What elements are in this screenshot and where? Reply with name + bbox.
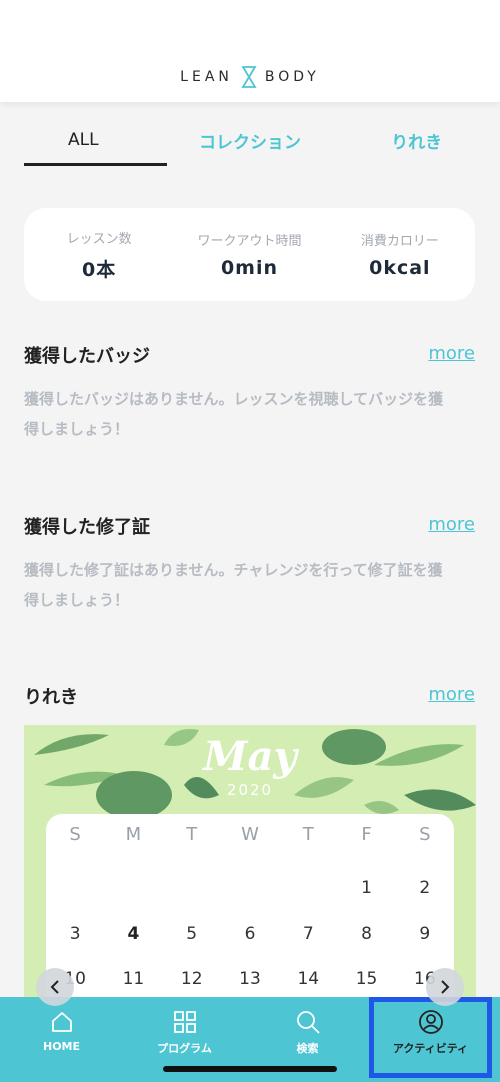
search-icon — [296, 1011, 320, 1034]
calendar-day — [163, 878, 221, 898]
tab-collection-label: コレクション — [199, 132, 301, 153]
calendar-day[interactable]: 7 — [279, 924, 337, 944]
calendar-day — [221, 878, 279, 898]
nav-activity-label: アクティビティ — [392, 1042, 469, 1055]
certificates-title: 獲得した修了証 — [24, 517, 150, 538]
stat-lessons-label: レッスン数 — [66, 231, 132, 247]
calendar-day — [279, 878, 337, 898]
nav-search-label: 検索 — [296, 1042, 319, 1055]
tab-collection[interactable]: コレクション — [167, 112, 334, 168]
stat-lessons-value: 0本 — [82, 258, 117, 281]
stat-lessons: レッスン数 0本 — [24, 228, 174, 282]
app-header: LEAN BODY — [0, 0, 500, 102]
hourglass-icon — [241, 66, 257, 88]
calendar-day-today[interactable]: 4 — [104, 924, 162, 944]
badges-title: 獲得したバッジ — [24, 346, 150, 367]
home-icon — [51, 1012, 72, 1032]
stats-card: レッスン数 0本 ワークアウト時間 0min 消費カロリー 0kcal — [24, 208, 475, 301]
calendar-week-row: 1 2 — [46, 878, 454, 898]
stat-calories-value: 0kcal — [369, 257, 431, 279]
weekday-mon: M — [125, 824, 142, 845]
calendar-month: May — [203, 733, 297, 780]
calendar-grid: S M T W T F S 1 2 3 4 5 6 7 8 9 10 11 12… — [46, 814, 454, 1015]
logo-text-left: LEAN — [180, 69, 233, 85]
user-icon — [418, 1010, 443, 1034]
calendar-day — [104, 878, 162, 898]
calendar-day[interactable]: 8 — [337, 924, 395, 944]
grid-icon — [173, 1011, 196, 1033]
calendar-day[interactable]: 14 — [279, 969, 337, 989]
calendar-day[interactable]: 2 — [396, 878, 454, 898]
weekday-sat: S — [419, 824, 431, 845]
calendar-day[interactable]: 15 — [337, 969, 395, 989]
history-title: りれき — [24, 687, 78, 708]
stat-calories-label: 消費カロリー — [360, 234, 439, 249]
badges-empty-line-2: 得しましょう！ — [24, 420, 130, 438]
lean-body-logo: LEAN BODY — [0, 66, 500, 88]
weekday-fri: F — [361, 824, 372, 845]
stat-calories: 消費カロリー 0kcal — [325, 230, 475, 279]
calendar-day[interactable]: 5 — [163, 924, 221, 944]
calendar-day — [46, 878, 104, 898]
weekday-sun: S — [69, 824, 81, 845]
certificates-empty-line-1: 獲得した修了証はありません。チャレンジを行って修了証を獲 — [24, 561, 443, 579]
calendar-day[interactable]: 6 — [221, 924, 279, 944]
calendar-day[interactable]: 12 — [163, 969, 221, 989]
chevron-left-icon — [50, 980, 59, 994]
calendar-weekday-row: S M T W T F S — [46, 824, 454, 845]
history-more-link[interactable]: more — [428, 684, 475, 705]
tab-history[interactable]: りれき — [333, 112, 500, 168]
calendar-week-row: 3 4 5 6 7 8 9 — [46, 924, 454, 944]
tab-history-label: りれき — [391, 132, 443, 153]
logo-text-right: BODY — [264, 69, 320, 85]
badges-more-link[interactable]: more — [428, 343, 475, 364]
stat-workout-time-value: 0min — [220, 257, 279, 279]
certificates-empty-message: 獲得した修了証はありません。チャレンジを行って修了証を獲 得しましょう！ — [24, 555, 476, 615]
stat-workout-time-label: ワークアウト時間 — [197, 234, 302, 249]
calendar-week-row: 10 11 12 13 14 15 16 — [46, 969, 454, 989]
weekday-wed: W — [241, 824, 259, 845]
calendar-next-button[interactable] — [426, 968, 464, 1006]
calendar-day[interactable]: 3 — [46, 924, 104, 944]
weekday-thu: T — [302, 824, 314, 845]
home-indicator — [163, 1066, 337, 1072]
nav-home[interactable]: HOME — [0, 997, 123, 1082]
tab-all-label: ALL — [68, 130, 99, 150]
calendar-day[interactable]: 13 — [221, 969, 279, 989]
badges-empty-line-1: 獲得したバッジはありません。レッスンを視聴してバッジを獲 — [24, 390, 444, 408]
calendar-prev-button[interactable] — [36, 968, 74, 1006]
activity-tabs: ALL コレクション りれき — [0, 112, 500, 168]
stat-workout-time: ワークアウト時間 0min — [174, 230, 324, 279]
calendar-day[interactable]: 9 — [396, 924, 454, 944]
calendar-day[interactable]: 11 — [104, 969, 162, 989]
nav-home-label: HOME — [42, 1040, 81, 1053]
history-calendar: May 2020 S M T W T F S 1 2 3 4 5 6 7 8 9… — [24, 725, 476, 1015]
nav-activity[interactable]: アクティビティ — [369, 997, 492, 1078]
certificates-more-link[interactable]: more — [428, 514, 475, 535]
weekday-tue: T — [186, 824, 198, 845]
calendar-day[interactable]: 1 — [337, 878, 395, 898]
nav-program-label: プログラム — [157, 1042, 212, 1055]
tab-all[interactable]: ALL — [0, 112, 167, 168]
certificates-empty-line-2: 得しましょう！ — [24, 591, 130, 609]
calendar-year: 2020 — [226, 781, 274, 799]
badges-empty-message: 獲得したバッジはありません。レッスンを視聴してバッジを獲 得しましょう！ — [24, 384, 476, 444]
chevron-right-icon — [441, 980, 450, 994]
